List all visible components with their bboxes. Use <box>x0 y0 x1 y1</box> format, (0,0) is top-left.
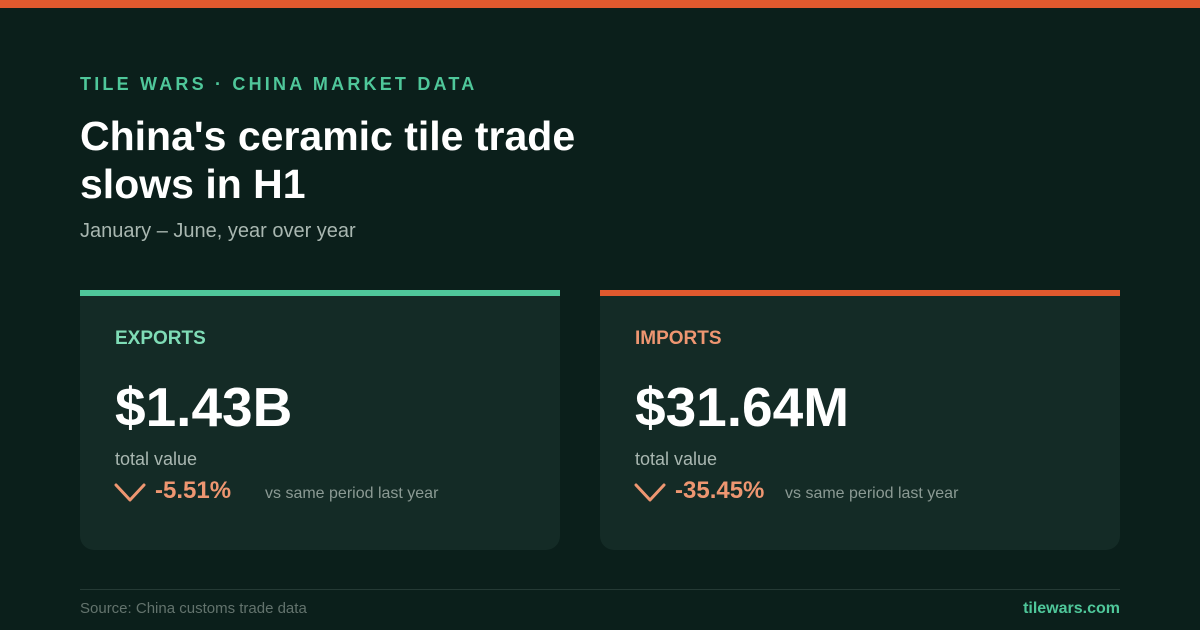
subtitle: January – June, year over year <box>80 220 356 242</box>
page-title: China's ceramic tile trade slows in H1 <box>80 113 576 207</box>
kicker: TILE WARS · CHINA MARKET DATA <box>80 74 478 94</box>
top-accent-bar <box>0 0 1200 8</box>
imports-caption: total value <box>635 449 718 469</box>
imports-comparison: vs same period last year <box>785 485 959 502</box>
imports-card: IMPORTS $31.64M total value -35.45% vs s… <box>600 290 1120 550</box>
source-note: Source: China customs trade data <box>80 600 307 617</box>
imports-accent-bar <box>600 290 1120 296</box>
chevron-down-icon <box>114 483 146 502</box>
imports-value: $31.64M <box>635 376 850 438</box>
exports-change: -5.51% <box>155 477 232 504</box>
exports-card: EXPORTS $1.43B total value -5.51% vs sam… <box>80 290 560 550</box>
exports-caption: total value <box>115 449 198 469</box>
exports-value: $1.43B <box>115 376 293 438</box>
imports-label: IMPORTS <box>635 328 722 349</box>
brand-link[interactable]: tilewars.com <box>1023 600 1120 618</box>
imports-change: -35.45% <box>675 477 765 504</box>
exports-label: EXPORTS <box>115 328 206 349</box>
exports-accent-bar <box>80 290 560 296</box>
exports-comparison: vs same period last year <box>265 485 439 502</box>
footer-divider <box>80 589 1120 590</box>
chevron-down-icon <box>634 483 666 502</box>
